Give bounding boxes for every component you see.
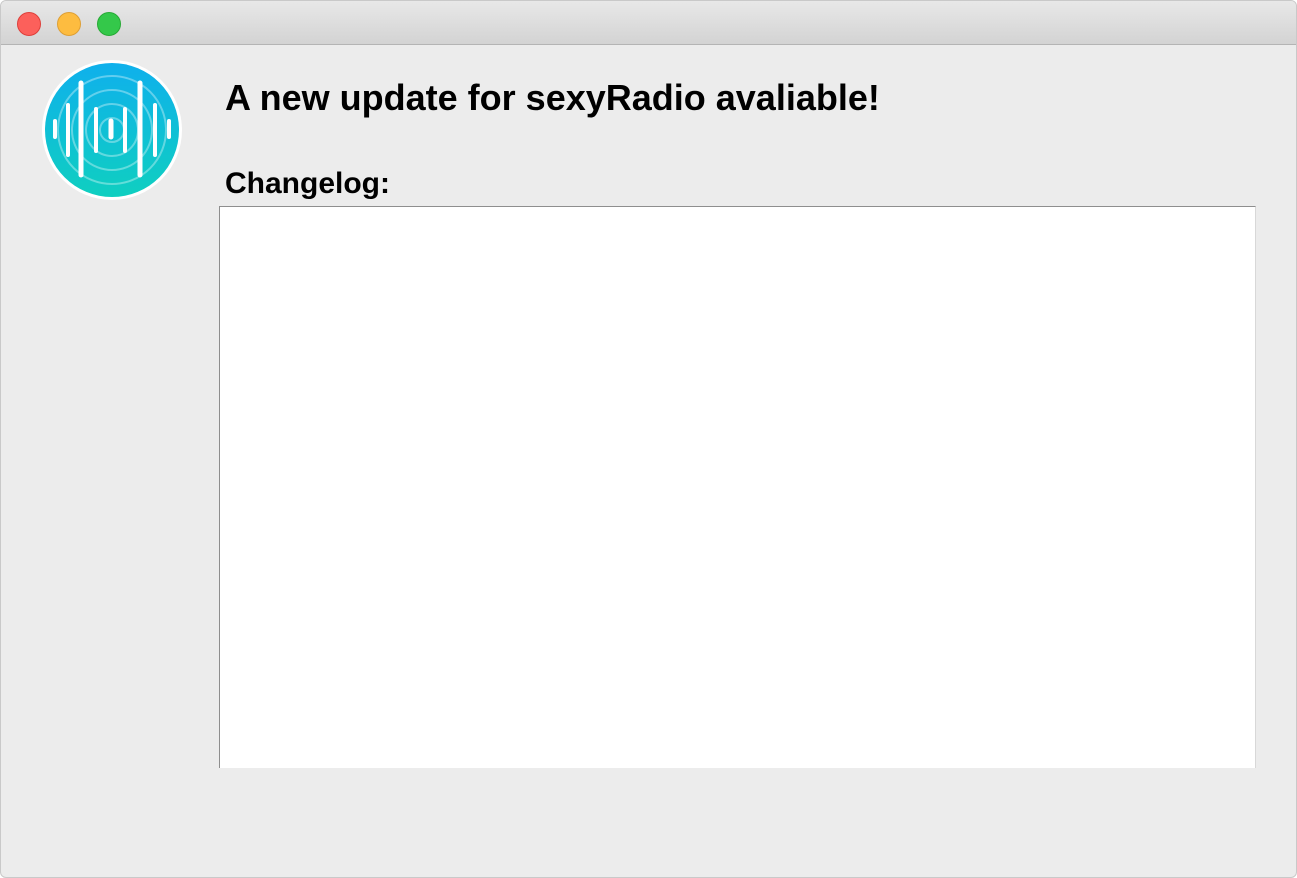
radio-wave-app-icon — [41, 59, 183, 201]
update-headline: A new update for sexyRadio avaliable! — [225, 77, 880, 118]
zoom-icon[interactable] — [97, 12, 121, 36]
title-bar[interactable] — [1, 1, 1296, 45]
close-icon[interactable] — [17, 12, 41, 36]
update-window: A new update for sexyRadio avaliable! Ch… — [0, 0, 1297, 878]
changelog-label: Changelog: — [225, 167, 390, 200]
changelog-text-area[interactable] — [219, 206, 1256, 768]
minimize-icon[interactable] — [57, 12, 81, 36]
